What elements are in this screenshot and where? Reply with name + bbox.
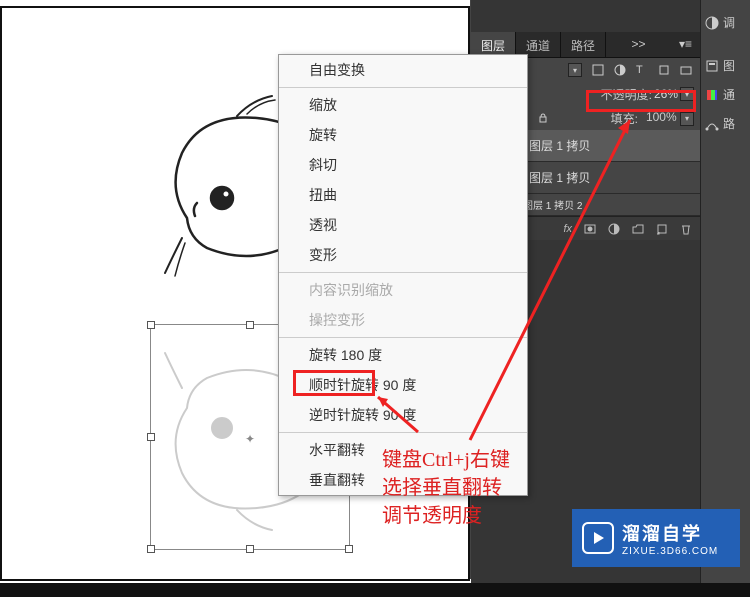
panel-menu-icon[interactable]: ▾≡ [671, 32, 700, 57]
menu-rotate[interactable]: 旋转 [279, 120, 527, 150]
filter-adjust-icon[interactable] [614, 64, 626, 76]
filter-smart-icon[interactable] [680, 64, 692, 76]
strip-layer-comps[interactable]: 图 [701, 51, 750, 80]
menu-separator [279, 272, 527, 273]
trash-icon[interactable] [680, 223, 692, 235]
handle-mid-left[interactable] [147, 433, 155, 441]
menu-puppet-warp: 操控变形 [279, 305, 527, 335]
menu-separator [279, 87, 527, 88]
new-layer-icon[interactable] [656, 223, 668, 235]
strip-label: 通 [723, 86, 735, 103]
strip-paths[interactable]: 路 [701, 109, 750, 138]
mask-icon[interactable] [584, 223, 596, 235]
strip-label: 图 [723, 57, 735, 74]
tab-paths[interactable]: 路径 [561, 32, 606, 57]
dropdown-arrow-icon[interactable]: ▾ [568, 63, 582, 77]
filter-type-icon[interactable]: T [636, 64, 648, 76]
menu-separator [279, 337, 527, 338]
layer-name[interactable]: 图层 1 拷贝 [529, 137, 590, 154]
menu-separator [279, 432, 527, 433]
collapsed-panels-strip: 调 图 通 路 [700, 0, 750, 597]
menu-rotate-180[interactable]: 旋转 180 度 [279, 340, 527, 370]
menu-content-aware-scale: 内容识别缩放 [279, 275, 527, 305]
menu-perspective[interactable]: 透视 [279, 210, 527, 240]
strip-label: 调 [723, 14, 735, 31]
transform-center[interactable]: ✦ [245, 432, 255, 446]
filter-pixel-icon[interactable] [592, 64, 604, 76]
adjustment-icon[interactable] [608, 223, 620, 235]
bottom-bar [0, 583, 750, 597]
handle-bot-left[interactable] [147, 545, 155, 553]
tab-more[interactable]: >> [624, 32, 654, 57]
watermark-url: ZIXUE.3D66.COM [622, 546, 718, 557]
handle-top-mid[interactable] [246, 321, 254, 329]
watermark-title: 溜溜自学 [622, 520, 718, 546]
lock-all-icon[interactable] [537, 112, 549, 124]
strip-adjustments[interactable]: 调 [701, 8, 750, 37]
filter-shape-icon[interactable] [658, 64, 670, 76]
layer-name[interactable]: 图层 1 拷贝 [529, 169, 590, 186]
fill-label: 填充: [611, 110, 638, 127]
watermark: 溜溜自学 ZIXUE.3D66.COM [572, 509, 740, 567]
strip-label: 路 [723, 115, 735, 132]
fx-icon[interactable]: fx [563, 223, 572, 235]
handle-bot-right[interactable] [345, 545, 353, 553]
play-icon [582, 522, 614, 554]
menu-skew[interactable]: 斜切 [279, 150, 527, 180]
layer-name[interactable]: 图层 1 拷贝 2 [523, 197, 582, 212]
menu-rotate-90-cw[interactable]: 顺时针旋转 90 度 [279, 370, 527, 400]
fill-value[interactable]: 100% [646, 110, 677, 124]
menu-scale[interactable]: 缩放 [279, 90, 527, 120]
menu-rotate-90-ccw[interactable]: 逆时针旋转 90 度 [279, 400, 527, 430]
menu-distort[interactable]: 扭曲 [279, 180, 527, 210]
highlight-opacity [586, 90, 696, 112]
folder-icon[interactable] [632, 223, 644, 235]
menu-free-transform[interactable]: 自由变换 [279, 55, 527, 85]
annotation-text: 键盘Ctrl+j右键 选择垂直翻转 调节透明度 [382, 446, 510, 530]
transform-context-menu: 自由变换 缩放 旋转 斜切 扭曲 透视 变形 内容识别缩放 操控变形 旋转 18… [278, 54, 528, 496]
handle-top-left[interactable] [147, 321, 155, 329]
handle-bot-mid[interactable] [246, 545, 254, 553]
strip-channels[interactable]: 通 [701, 80, 750, 109]
annotation-line-1: 键盘Ctrl+j右键 [382, 446, 510, 474]
annotation-line-3: 调节透明度 [382, 502, 510, 530]
annotation-line-2: 选择垂直翻转 [382, 474, 510, 502]
menu-warp[interactable]: 变形 [279, 240, 527, 270]
fill-dropdown-icon[interactable]: ▾ [680, 112, 694, 126]
